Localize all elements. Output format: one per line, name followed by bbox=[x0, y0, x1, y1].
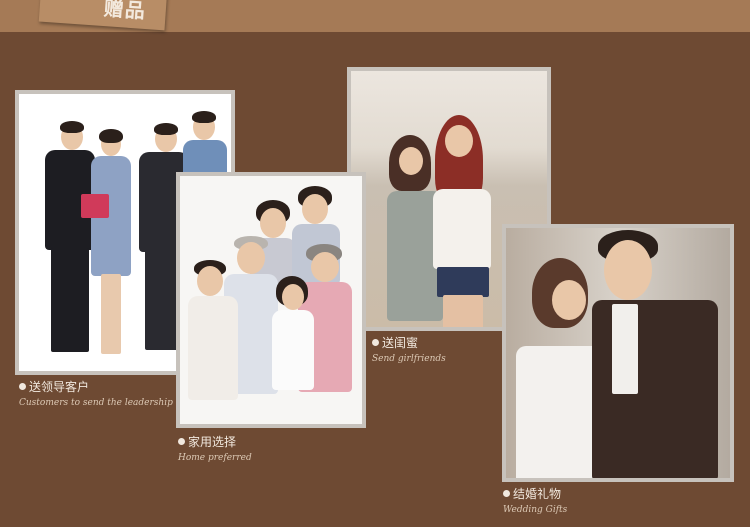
caption-wedding: 结婚礼物 Wedding Gifts bbox=[503, 485, 567, 515]
bullet-dot-icon bbox=[19, 383, 26, 390]
caption-wedding-en: Wedding Gifts bbox=[503, 505, 568, 515]
section-title: 赠品 bbox=[103, 0, 147, 23]
caption-home-en: Home preferred bbox=[178, 453, 252, 463]
caption-leadership: 送领导客户 Customers to send the leadership bbox=[19, 378, 173, 408]
caption-leadership-zh: 送领导客户 bbox=[19, 378, 173, 395]
photo-family bbox=[176, 172, 366, 428]
caption-home-zh: 家用选择 bbox=[178, 433, 252, 450]
caption-girlfriends-zh: 送闺蜜 bbox=[372, 334, 446, 351]
caption-leadership-en: Customers to send the leadership bbox=[19, 398, 173, 408]
photo-wedding-couple bbox=[502, 224, 734, 482]
bullet-dot-icon bbox=[372, 339, 379, 346]
caption-girlfriends-en: Send girlfriends bbox=[372, 354, 446, 364]
caption-home: 家用选择 Home preferred bbox=[178, 433, 252, 463]
bullet-dot-icon bbox=[178, 438, 185, 445]
caption-wedding-zh: 结婚礼物 bbox=[503, 485, 567, 502]
bullet-dot-icon bbox=[503, 490, 510, 497]
caption-girlfriends: 送闺蜜 Send girlfriends bbox=[372, 334, 446, 364]
